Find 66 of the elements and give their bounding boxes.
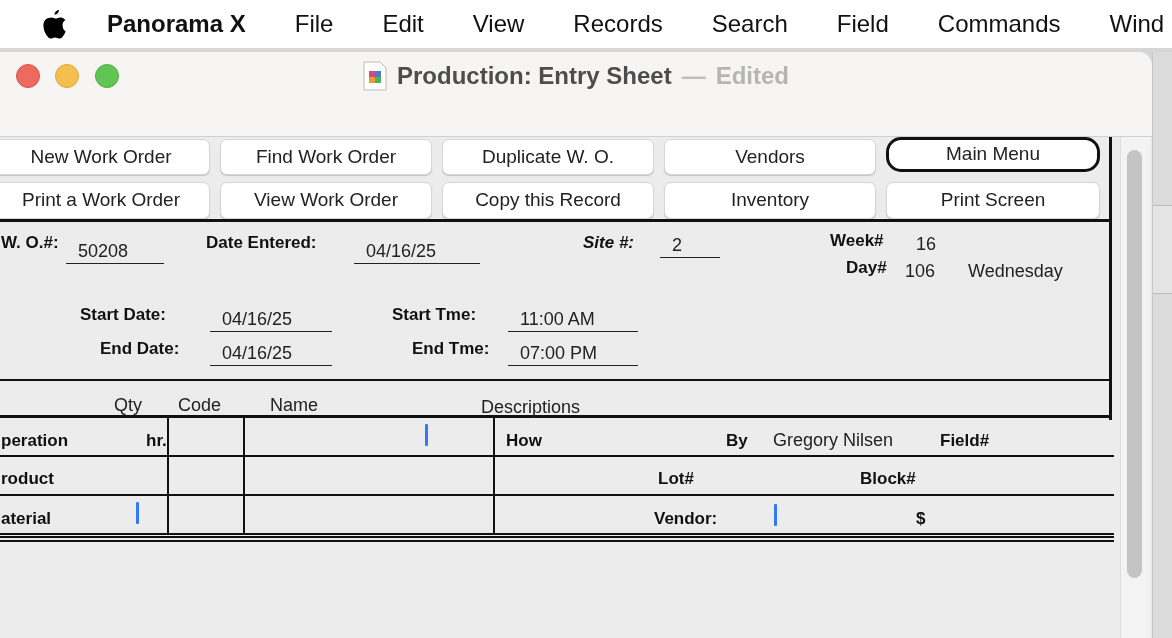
form-button[interactable]: Print Screen (886, 182, 1100, 219)
field-label: How (506, 430, 542, 452)
column-header: Name (270, 394, 318, 417)
field-value: 16 (916, 233, 937, 256)
field-label: Field# (940, 430, 990, 452)
form-button[interactable]: Copy this Record (442, 182, 654, 219)
column-header: Descriptions (481, 396, 581, 419)
menu-item[interactable]: Field (836, 6, 889, 42)
title-separator: — (681, 61, 706, 91)
column-header: Qty (114, 394, 142, 417)
field-label: $ (916, 508, 926, 530)
app-menu[interactable]: Panorama X (107, 6, 246, 42)
field-value[interactable]: 04/16/25 (210, 307, 332, 332)
form-button[interactable]: Print a Work Order (0, 182, 210, 219)
field-label: Site #: (583, 232, 635, 254)
field-value[interactable]: 50208 (66, 239, 164, 264)
field-label: Start Tme: (392, 304, 477, 326)
field-value: Wednesday (968, 260, 1063, 283)
form-button[interactable]: Main Menu (886, 137, 1100, 172)
menu-item[interactable]: Wind (1109, 6, 1165, 42)
field-value: Gregory Nilsen (773, 429, 894, 452)
scrollbar-thumb[interactable] (1127, 150, 1142, 578)
field-value[interactable]: 04/16/25 (354, 239, 480, 264)
menu-item[interactable]: File (294, 6, 334, 42)
row-label: aterial (1, 508, 52, 530)
field-value[interactable]: 04/16/25 (210, 341, 332, 366)
menu-item[interactable]: Commands (937, 6, 1061, 42)
text-cursor (136, 502, 139, 524)
form-button[interactable]: Vendors (664, 139, 876, 175)
document-icon (363, 61, 387, 91)
field-label: Block# (860, 468, 916, 490)
form-button[interactable]: Inventory (664, 182, 876, 219)
window-title: Production: Entry Sheet (397, 61, 672, 91)
field-label: Day# (846, 257, 887, 279)
field-label: W. O.#: (1, 232, 59, 254)
field-label: Start Date: (80, 304, 166, 326)
field-label: hr. (146, 430, 167, 452)
text-cursor (425, 424, 428, 446)
text-cursor (774, 504, 777, 526)
field-label: End Tme: (412, 338, 490, 360)
column-header: Code (178, 394, 222, 417)
field-label: Lot# (658, 468, 694, 490)
menu-item[interactable]: View (472, 6, 525, 42)
form-button[interactable]: New Work Order (0, 139, 210, 175)
close-window-button[interactable] (16, 64, 40, 88)
edited-status: Edited (715, 61, 789, 91)
field-label: By (726, 430, 748, 452)
menu-item[interactable]: Edit (382, 6, 424, 42)
form-button[interactable]: Find Work Order (220, 139, 432, 175)
field-value[interactable]: 11:00 AM (508, 307, 638, 332)
form-button[interactable]: Duplicate W. O. (442, 139, 654, 175)
apple-logo-icon[interactable] (41, 9, 67, 39)
menu-item[interactable]: Search (711, 6, 788, 42)
field-label: End Date: (100, 338, 180, 360)
row-label: peration (1, 430, 69, 452)
field-value[interactable]: 07:00 PM (508, 341, 638, 366)
menu-item[interactable]: Records (573, 6, 663, 42)
field-value: 106 (905, 260, 936, 283)
minimize-window-button[interactable] (55, 64, 79, 88)
form-button[interactable]: View Work Order (220, 182, 432, 219)
field-label: Week# (830, 230, 884, 252)
field-label: Date Entered: (206, 232, 317, 254)
row-label: roduct (1, 468, 54, 490)
field-value[interactable]: 2 (660, 233, 720, 258)
zoom-window-button[interactable] (95, 64, 119, 88)
field-label: Vendor: (654, 508, 718, 530)
